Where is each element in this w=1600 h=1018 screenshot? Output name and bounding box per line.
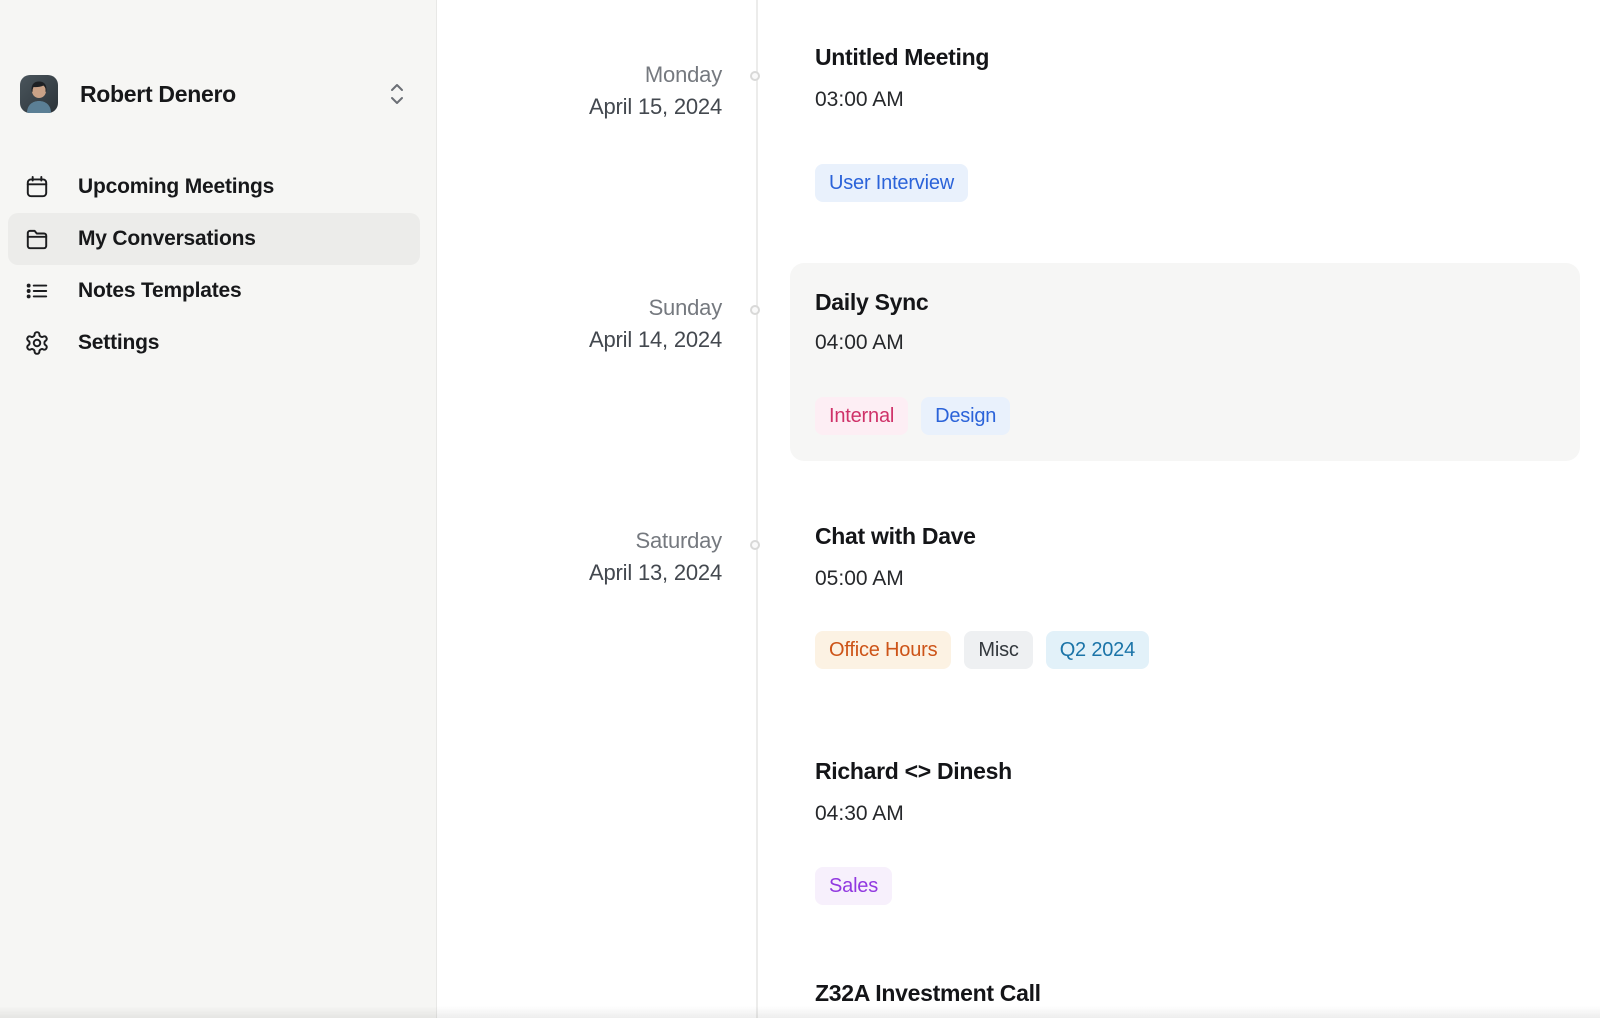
app-window: Robert Denero Upcoming Meetings xyxy=(0,0,1600,1018)
meeting-title[interactable]: Richard <> Dinesh xyxy=(815,756,1555,786)
meeting-item-chat-with-dave[interactable]: Chat with Dave 05:00 AM Office Hours Mis… xyxy=(790,521,1580,669)
meeting-title[interactable]: Untitled Meeting xyxy=(815,42,1555,72)
sidebar-item-upcoming-meetings[interactable]: Upcoming Meetings xyxy=(8,161,420,213)
sidebar-item-label: My Conversations xyxy=(78,227,256,251)
tag-user-interview[interactable]: User Interview xyxy=(815,164,968,202)
day-name: Saturday xyxy=(437,526,722,556)
gear-icon xyxy=(24,330,50,356)
tag-misc[interactable]: Misc xyxy=(964,631,1032,669)
day-date: April 14, 2024 xyxy=(437,323,722,356)
meeting-item-daily-sync[interactable]: Daily Sync 04:00 AM Internal Design xyxy=(790,263,1580,461)
folder-icon xyxy=(24,226,50,252)
timeline-row: Richard <> Dinesh 04:30 AM Sales xyxy=(437,756,1600,905)
timeline-row: Saturday April 13, 2024 Chat with Dave 0… xyxy=(437,521,1600,669)
date-label: Sunday April 14, 2024 xyxy=(437,263,790,356)
meeting-title[interactable]: Chat with Dave xyxy=(815,521,1555,551)
meeting-title[interactable]: Z32A Investment Call xyxy=(815,978,1555,1008)
sidebar-item-settings[interactable]: Settings xyxy=(8,317,420,369)
sidebar-nav: Upcoming Meetings My Conversations xyxy=(8,161,420,369)
sidebar-item-label: Settings xyxy=(78,331,159,355)
tag-sales[interactable]: Sales xyxy=(815,867,892,905)
tag-q2-2024[interactable]: Q2 2024 xyxy=(1046,631,1149,669)
meeting-time: 04:30 AM xyxy=(815,800,1555,828)
meeting-time: 05:00 AM xyxy=(815,565,1555,593)
sidebar-item-label: Upcoming Meetings xyxy=(78,175,274,199)
avatar xyxy=(20,75,58,113)
meeting-item-z32a-investment-call[interactable]: Z32A Investment Call xyxy=(790,978,1580,1008)
calendar-icon xyxy=(24,174,50,200)
timeline-row: Z32A Investment Call xyxy=(437,978,1600,1008)
tag-design[interactable]: Design xyxy=(921,397,1010,435)
chevron-up-down-icon[interactable] xyxy=(388,81,406,107)
sidebar-item-label: Notes Templates xyxy=(78,279,242,303)
date-label: Monday April 15, 2024 xyxy=(437,42,790,123)
meeting-item-richard-dinesh[interactable]: Richard <> Dinesh 04:30 AM Sales xyxy=(790,756,1580,905)
day-date: April 13, 2024 xyxy=(437,556,722,589)
sidebar-item-notes-templates[interactable]: Notes Templates xyxy=(8,265,420,317)
tag-internal[interactable]: Internal xyxy=(815,397,908,435)
list-icon xyxy=(24,278,50,304)
meeting-time: 04:00 AM xyxy=(815,329,1555,357)
day-date: April 15, 2024 xyxy=(437,90,722,123)
day-name: Monday xyxy=(437,60,722,90)
user-name: Robert Denero xyxy=(80,81,236,108)
meeting-time: 03:00 AM xyxy=(815,86,1555,114)
day-name: Sunday xyxy=(437,293,722,323)
sidebar: Robert Denero Upcoming Meetings xyxy=(0,0,437,1018)
date-label: Saturday April 13, 2024 xyxy=(437,521,790,589)
timeline-row: Monday April 15, 2024 Untitled Meeting 0… xyxy=(437,42,1600,202)
tag-office-hours[interactable]: Office Hours xyxy=(815,631,951,669)
sidebar-item-my-conversations[interactable]: My Conversations xyxy=(8,213,420,265)
timeline-row: Sunday April 14, 2024 Daily Sync 04:00 A… xyxy=(437,263,1600,461)
profile-switcher[interactable]: Robert Denero xyxy=(20,75,420,113)
meeting-title[interactable]: Daily Sync xyxy=(815,287,1555,317)
conversations-timeline: Monday April 15, 2024 Untitled Meeting 0… xyxy=(437,0,1600,1018)
meeting-item-untitled-meeting[interactable]: Untitled Meeting 03:00 AM User Interview xyxy=(790,42,1580,202)
